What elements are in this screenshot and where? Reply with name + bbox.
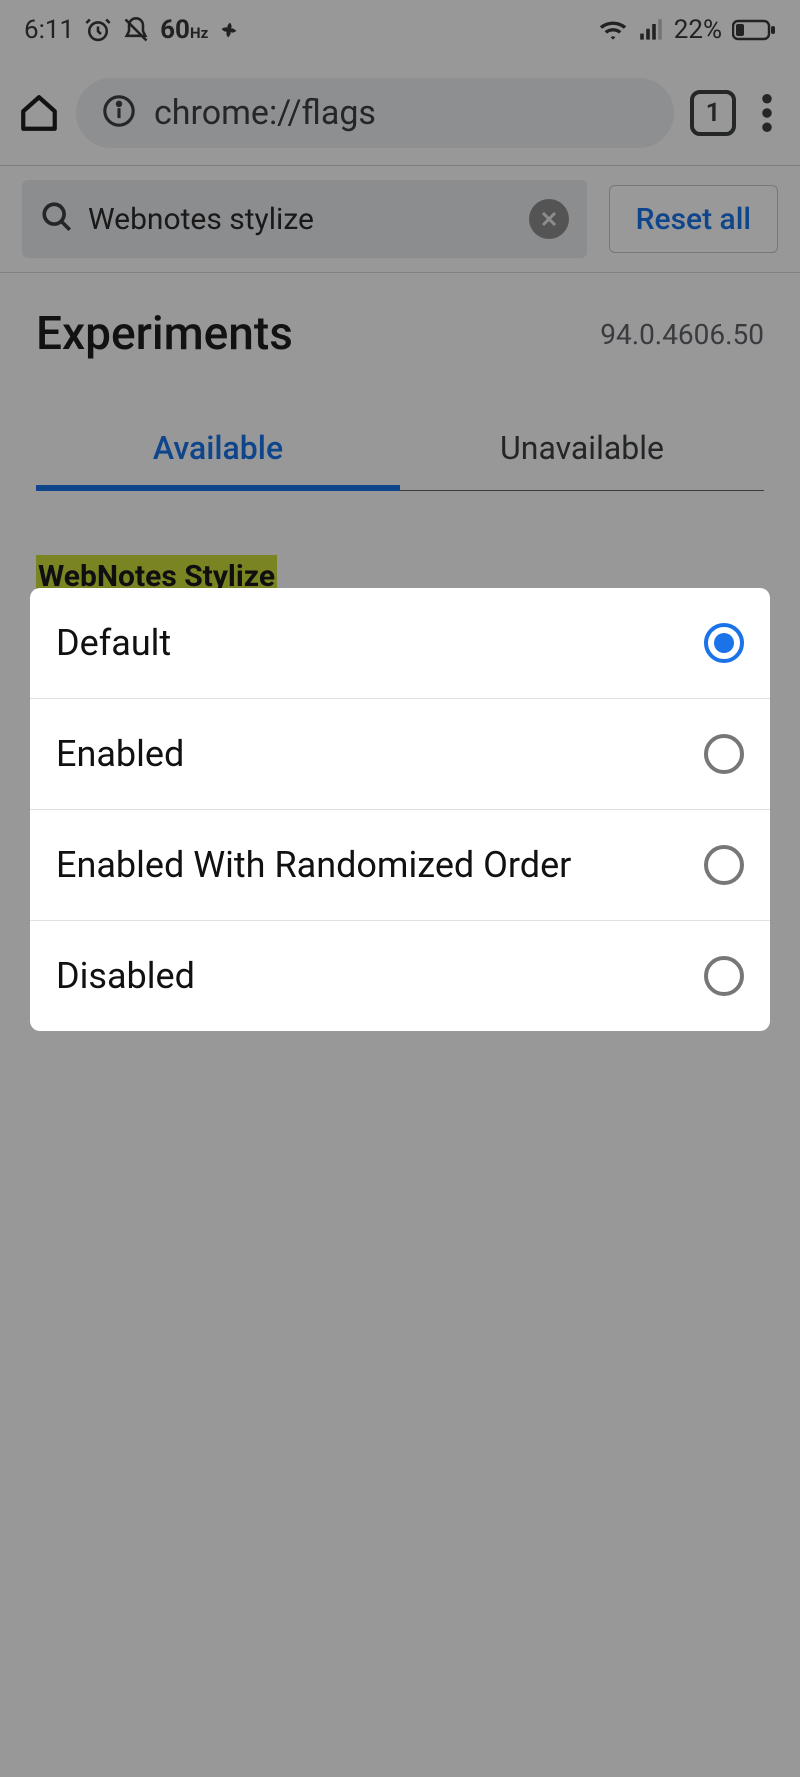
option-disabled[interactable]: Disabled <box>30 920 770 1031</box>
option-label: Disabled <box>56 955 195 997</box>
option-enabled-randomized[interactable]: Enabled With Randomized Order <box>30 809 770 920</box>
option-enabled[interactable]: Enabled <box>30 698 770 809</box>
radio-icon <box>704 623 744 663</box>
option-label: Enabled With Randomized Order <box>56 844 571 886</box>
radio-icon <box>704 956 744 996</box>
option-label: Enabled <box>56 733 184 775</box>
radio-icon <box>704 845 744 885</box>
option-label: Default <box>56 622 171 664</box>
option-default[interactable]: Default <box>30 588 770 698</box>
flag-options-dialog: Default Enabled Enabled With Randomized … <box>30 588 770 1031</box>
radio-icon <box>704 734 744 774</box>
